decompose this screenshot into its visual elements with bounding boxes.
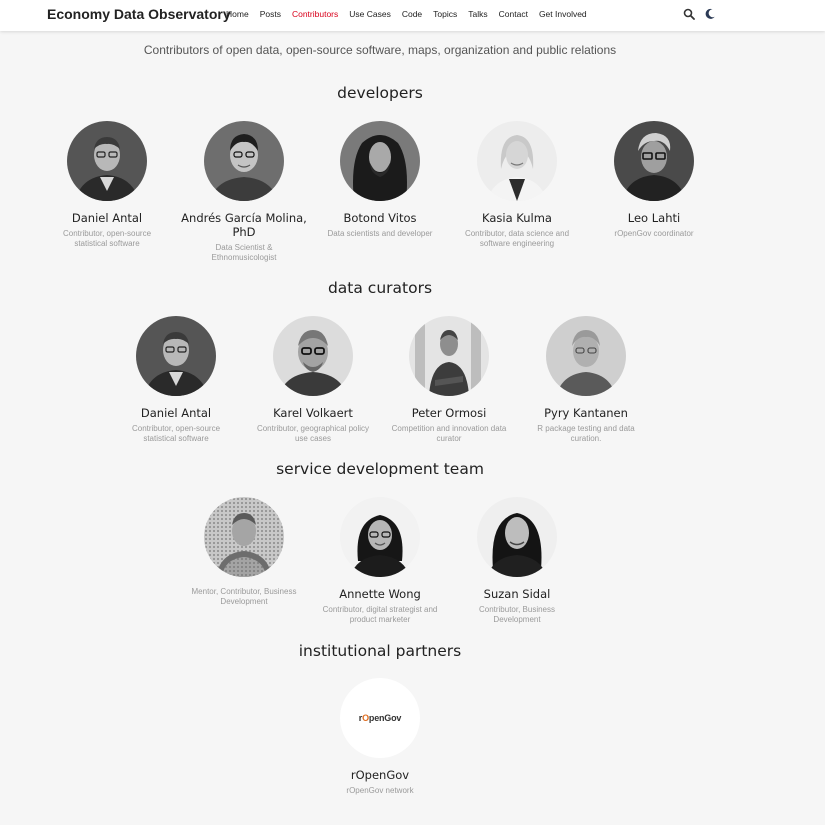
person-card[interactable]: Botond Vitos Data scientists and develop…	[312, 121, 448, 239]
person-name: Peter Ormosi	[411, 406, 487, 420]
person-role: Contributor, geographical policy use cas…	[256, 424, 370, 443]
nav-contributors[interactable]: Contributors	[292, 9, 338, 19]
avatar	[67, 121, 147, 201]
person-name: Pyry Kantanen	[544, 406, 628, 420]
section-title-service-development-team: service development team	[276, 460, 484, 478]
person-name: Kasia Kulma	[482, 211, 552, 225]
logo-wordmark: rOpenGov	[358, 713, 402, 723]
avatar	[477, 121, 557, 201]
person-card[interactable]: Suzan Sidal Contributor, Business Develo…	[449, 497, 585, 624]
section-title-developers: developers	[337, 84, 423, 102]
avatar	[136, 316, 216, 396]
person-name: Karel Volkaert	[273, 406, 353, 420]
avatar	[340, 121, 420, 201]
nav-talks[interactable]: Talks	[468, 9, 487, 19]
partner-card[interactable]: rOpenGov rOpenGov rOpenGov network	[312, 678, 448, 796]
top-navbar: Economy Data Observatory Home Posts Cont…	[0, 0, 825, 31]
person-card[interactable]: Pyry Kantanen R package testing and data…	[518, 316, 654, 443]
nav-code[interactable]: Code	[402, 9, 422, 19]
avatar	[273, 316, 353, 396]
avatar	[409, 316, 489, 396]
avatar	[477, 497, 557, 577]
person-name: Annette Wong	[339, 587, 421, 601]
person-card[interactable]: Andrés García Molina, PhD Data Scientist…	[176, 121, 312, 262]
person-card[interactable]: Karel Volkaert Contributor, geographical…	[245, 316, 381, 443]
person-role: Mentor, Contributor, Business Developmen…	[191, 587, 297, 606]
site-brand[interactable]: Economy Data Observatory	[47, 6, 231, 22]
section-title-institutional-partners: institutional partners	[298, 642, 462, 660]
person-role: Data scientists and developer	[327, 229, 433, 238]
person-card[interactable]: Peter Ormosi Competition and innovation …	[381, 316, 517, 443]
person-name: Daniel Antal	[71, 211, 143, 225]
person-card[interactable]: Daniel Antal Contributor, open-source st…	[108, 316, 244, 443]
person-role: Contributor, digital strategist and prod…	[322, 605, 438, 624]
nav-get-involved[interactable]: Get Involved	[539, 9, 587, 19]
person-card[interactable]: Mentor, Contributor, Business Developmen…	[176, 497, 312, 606]
person-role: Data Scientist & Ethnomusicologist	[211, 243, 277, 262]
page-tagline: Contributors of open data, open-source s…	[143, 43, 617, 57]
person-name: Daniel Antal	[140, 406, 212, 420]
person-card[interactable]: Kasia Kulma Contributor, data science an…	[449, 121, 585, 248]
partner-name: rOpenGov	[350, 768, 410, 782]
person-card[interactable]: Leo Lahti rOpenGov coordinator	[586, 121, 722, 239]
ropengov-logo: rOpenGov	[340, 678, 420, 758]
nav-topics[interactable]: Topics	[433, 9, 457, 19]
avatar	[546, 316, 626, 396]
avatar	[204, 497, 284, 577]
main-nav: Home Posts Contributors Use Cases Code T…	[226, 9, 587, 19]
nav-use-cases[interactable]: Use Cases	[349, 9, 391, 19]
person-role: R package testing and data curation.	[537, 424, 635, 443]
nav-posts[interactable]: Posts	[260, 9, 281, 19]
person-name: Botond Vitos	[343, 211, 417, 225]
nav-home[interactable]: Home	[226, 9, 249, 19]
moon-icon[interactable]	[704, 8, 716, 20]
person-name: Andrés García Molina, PhD	[181, 211, 307, 239]
person-role: Contributor, data science and software e…	[464, 229, 570, 248]
person-name: Leo Lahti	[627, 211, 681, 225]
nav-contact[interactable]: Contact	[499, 9, 528, 19]
person-name: Suzan Sidal	[483, 587, 551, 601]
avatar	[204, 121, 284, 201]
partner-role: rOpenGov network	[346, 786, 414, 795]
person-card[interactable]: Daniel Antal Contributor, open-source st…	[39, 121, 175, 248]
person-role: Competition and innovation data curator	[391, 424, 507, 443]
avatar	[340, 497, 420, 577]
search-icon[interactable]	[683, 8, 695, 20]
person-role: Contributor, open-source statistical sof…	[62, 229, 152, 248]
person-role: Contributor, Business Development	[478, 605, 556, 624]
person-card[interactable]: Annette Wong Contributor, digital strate…	[312, 497, 448, 624]
person-role: Contributor, open-source statistical sof…	[131, 424, 221, 443]
section-title-data-curators: data curators	[327, 279, 433, 297]
person-role: rOpenGov coordinator	[614, 229, 694, 238]
avatar	[614, 121, 694, 201]
